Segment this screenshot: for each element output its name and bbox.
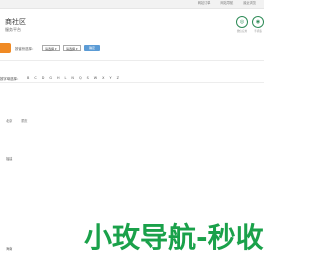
top-links: 网站订单 网站导航 最近浏览 (198, 1, 256, 6)
province-select[interactable]: 请选择 ▾ (42, 45, 60, 51)
filter-toolbar: 按省份选择： 请选择 ▾ 请选择 ▾ 确定 (0, 42, 264, 54)
letter-s[interactable]: S (87, 76, 89, 80)
letter-l[interactable]: L (65, 76, 67, 80)
app-icon: ◎ (236, 16, 248, 28)
letter-x[interactable]: X (102, 76, 104, 80)
letter-g[interactable]: G (49, 76, 52, 80)
top-link-navigation[interactable]: 网站导航 (221, 1, 234, 6)
top-link-orders[interactable]: 网站订单 (198, 1, 211, 6)
letter-w[interactable]: W (94, 76, 97, 80)
region-tag[interactable]: 重庆 (21, 118, 27, 123)
letter-filter-row: 按字母选择： B C D G H L N Q S W X Y Z (0, 72, 264, 83)
header-app-button[interactable]: ◎ 微信应用 (236, 16, 248, 33)
app-label: 微信应用 (236, 30, 248, 33)
letter-q[interactable]: Q (79, 76, 82, 80)
site-subtitle: 服务平台 (5, 27, 21, 32)
top-bar: 网站订单 网站导航 最近浏览 (0, 0, 264, 9)
region-tag[interactable]: 海南 (6, 246, 12, 251)
letter-list: B C D G H L N Q S W X Y Z (27, 76, 119, 80)
divider (0, 60, 264, 61)
letter-c[interactable]: C (34, 76, 36, 80)
letter-h[interactable]: H (57, 76, 60, 80)
region-tag[interactable]: 北京 (6, 118, 12, 123)
letter-filter-label: 按字母选择： (0, 77, 21, 81)
category-button[interactable] (0, 43, 11, 53)
mobile-icon: ◉ (252, 16, 264, 28)
region-tag[interactable]: 福建 (6, 156, 12, 161)
city-select[interactable]: 请选择 ▾ (63, 45, 81, 51)
top-link-recent[interactable]: 最近浏览 (243, 1, 256, 6)
letter-y[interactable]: Y (109, 76, 111, 80)
province-filter-label: 按省份选择： (15, 47, 36, 51)
letter-d[interactable]: D (42, 76, 45, 80)
mobile-label: 手机版 (254, 30, 262, 33)
letter-b[interactable]: B (27, 76, 29, 80)
letter-z[interactable]: Z (117, 76, 119, 80)
letter-n[interactable]: N (71, 76, 74, 80)
watermark-text: 小玫导航-秒收 (84, 221, 264, 254)
confirm-button[interactable]: 确定 (84, 45, 100, 51)
header-mobile-button[interactable]: ◉ 手机版 (252, 16, 264, 33)
site-title: 商社区 (5, 18, 26, 26)
